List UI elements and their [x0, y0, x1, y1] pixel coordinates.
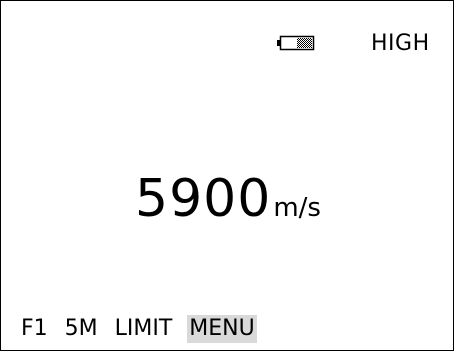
softkey-limit[interactable]: LIMIT: [113, 315, 175, 343]
velocity-reading: 5900m/s: [1, 169, 454, 229]
softkey-f1[interactable]: F1: [19, 315, 50, 343]
battery-icon: [277, 35, 315, 51]
mode-indicator: HIGH: [371, 31, 430, 56]
reading-value: 5900: [135, 169, 272, 229]
device-screen: HIGH 5900m/s F1 5M LIMIT MENU: [0, 0, 454, 351]
reading-unit: m/s: [273, 193, 321, 223]
softkey-menu[interactable]: MENU: [187, 315, 257, 343]
softkey-5m[interactable]: 5M: [63, 315, 100, 343]
softkey-bar: F1 5M LIMIT MENU: [19, 315, 263, 343]
